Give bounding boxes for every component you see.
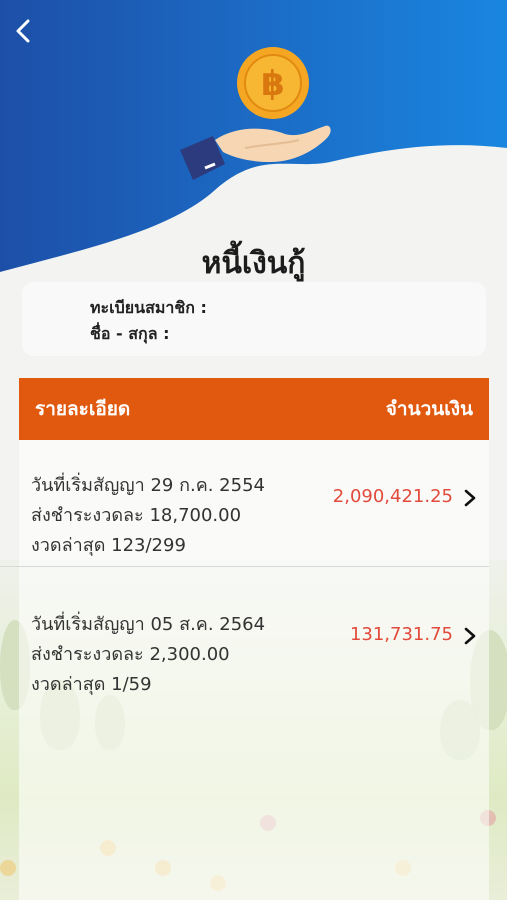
column-detail-header: รายละเอียด <box>35 398 131 420</box>
loan-item[interactable]: วันที่เริ่มสัญญา 05 ส.ค. 2564 ส่งชำระงวด… <box>19 567 489 707</box>
header: ฿ <box>0 0 507 280</box>
chevron-right-icon <box>464 627 476 645</box>
loan-installment: ส่งชำระงวดละ 2,300.00 <box>31 644 230 665</box>
back-button[interactable] <box>14 18 48 52</box>
member-registration-label: ทะเบียนสมาชิก : <box>90 298 207 317</box>
loan-item[interactable]: วันที่เริ่มสัญญา 29 ก.ค. 2554 ส่งชำระงวด… <box>19 440 489 566</box>
svg-text:฿: ฿ <box>261 64 285 104</box>
loan-latest-period: งวดล่าสุด 1/59 <box>31 674 152 695</box>
chevron-left-icon <box>16 19 30 43</box>
loan-amount: 2,090,421.25 <box>332 486 453 507</box>
table-header: รายละเอียด จำนวนเงิน <box>19 378 489 440</box>
chevron-right-icon <box>464 489 476 507</box>
loan-amount: 131,731.75 <box>349 624 453 645</box>
loan-start-date: วันที่เริ่มสัญญา 29 ก.ค. 2554 <box>31 475 265 496</box>
loan-latest-period: งวดล่าสุด 123/299 <box>31 535 186 556</box>
loan-list: วันที่เริ่มสัญญา 29 ก.ค. 2554 ส่งชำระงวด… <box>19 440 489 900</box>
member-name-label: ชื่อ - สกุล : <box>90 324 170 343</box>
page-title: หนี้เงินกู้ <box>201 246 306 281</box>
loan-start-date: วันที่เริ่มสัญญา 05 ส.ค. 2564 <box>31 614 266 635</box>
hand-coin-baht-icon: ฿ <box>180 47 331 180</box>
member-info-card: ทะเบียนสมาชิก : ชื่อ - สกุล : <box>22 282 486 356</box>
column-amount-header: จำนวนเงิน <box>385 398 473 420</box>
list-divider <box>0 566 489 567</box>
loan-installment: ส่งชำระงวดละ 18,700.00 <box>31 505 242 526</box>
